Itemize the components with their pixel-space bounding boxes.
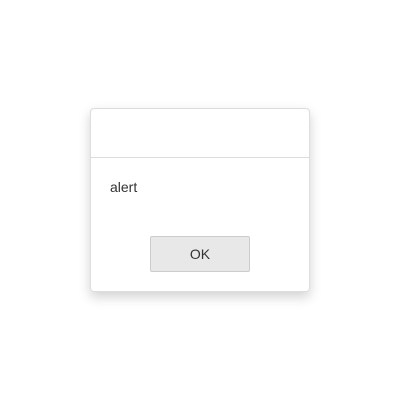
- alert-dialog: alert OK: [90, 108, 310, 292]
- page-background: alert OK: [0, 0, 400, 400]
- dialog-message: alert: [110, 179, 138, 195]
- ok-button[interactable]: OK: [150, 236, 250, 272]
- dialog-header: [91, 109, 309, 158]
